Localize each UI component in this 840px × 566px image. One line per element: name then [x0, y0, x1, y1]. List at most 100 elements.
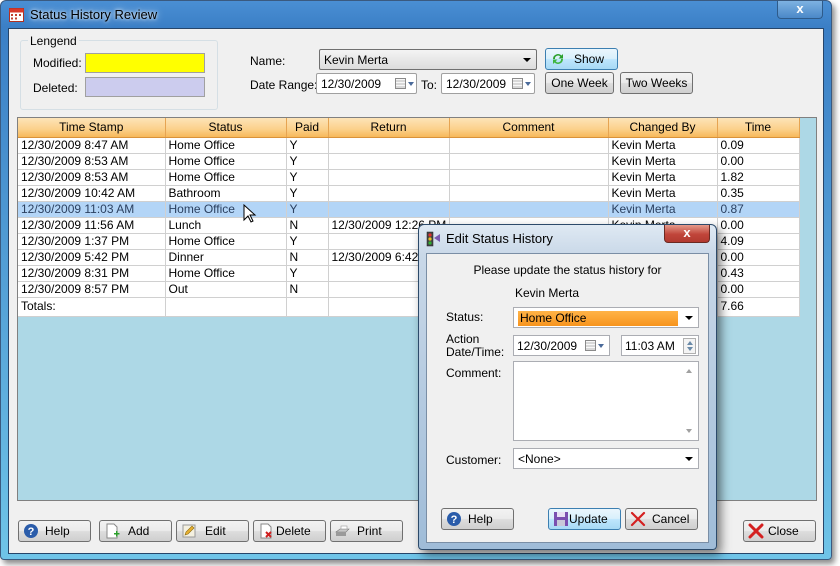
status-cell[interactable]: Dinner [165, 249, 287, 266]
table-row[interactable]: 12/30/2009 8:53 AM Home Office Y Kevin Mert… [18, 153, 800, 170]
print-button[interactable]: Print [330, 520, 403, 542]
status-cell[interactable]: Out [165, 281, 287, 298]
timestamp-cell[interactable]: 12/30/2009 10:42 AM [18, 185, 166, 202]
return-cell[interactable] [328, 137, 450, 154]
paid-cell[interactable]: Y [286, 233, 329, 250]
comment-cell[interactable] [449, 153, 609, 170]
title-bar[interactable]: Status History Review x [1, 1, 831, 28]
comment-scrollbar[interactable] [682, 363, 697, 439]
timestamp-cell[interactable]: 12/30/2009 8:53 AM [18, 153, 166, 170]
modified-label: Modified: [33, 56, 82, 70]
totals-label: Totals: [18, 297, 166, 317]
timestamp-cell[interactable]: 12/30/2009 11:56 AM [18, 217, 166, 234]
timestamp-cell[interactable]: 12/30/2009 8:31 PM [18, 265, 166, 282]
return-cell[interactable] [328, 169, 450, 186]
status-cell[interactable]: Home Office [165, 233, 287, 250]
column-header-comment[interactable]: Comment [449, 118, 609, 138]
time-cell[interactable]: 0.35 [717, 185, 800, 202]
time-cell[interactable]: 0.09 [717, 137, 800, 154]
dialog-close-button[interactable]: x [664, 225, 710, 243]
dialog-help-label: Help [468, 512, 493, 526]
refresh-icon [553, 54, 563, 64]
column-header-status[interactable]: Status [165, 118, 287, 138]
comment-cell[interactable] [449, 185, 609, 202]
from-date-picker[interactable]: 12/30/2009 [316, 73, 417, 94]
help-button[interactable]: ? Help [18, 520, 91, 542]
paid-cell[interactable]: Y [286, 153, 329, 170]
paid-cell[interactable]: Y [286, 201, 329, 218]
time-cell[interactable]: 1.82 [717, 169, 800, 186]
changed-by-cell[interactable]: Kevin Merta [608, 201, 718, 218]
time-cell[interactable]: 0.00 [717, 153, 800, 170]
time-cell[interactable]: 0.00 [717, 217, 800, 234]
status-cell[interactable]: Home Office [165, 169, 287, 186]
return-cell[interactable] [328, 201, 450, 218]
comment-cell[interactable] [449, 137, 609, 154]
scroll-up-icon[interactable] [686, 369, 692, 373]
paid-cell[interactable]: Y [286, 265, 329, 282]
timestamp-cell[interactable]: 12/30/2009 8:47 AM [18, 137, 166, 154]
time-cell[interactable]: 0.00 [717, 281, 800, 298]
comment-textarea[interactable] [513, 361, 699, 441]
name-dropdown[interactable]: Kevin Merta [319, 49, 537, 70]
add-button[interactable]: Add [99, 520, 172, 542]
time-spinner-icon[interactable] [683, 338, 696, 354]
column-header-time[interactable]: Time [717, 118, 800, 138]
action-date-picker[interactable]: 12/30/2009 [513, 335, 610, 356]
timestamp-cell[interactable]: 12/30/2009 11:03 AM [18, 201, 166, 218]
column-header-return[interactable]: Return [328, 118, 450, 138]
chevron-down-icon [523, 58, 531, 62]
status-cell[interactable]: Home Office [165, 137, 287, 154]
changed-by-cell[interactable]: Kevin Merta [608, 185, 718, 202]
status-cell[interactable]: Home Office [165, 153, 287, 170]
column-header-paid[interactable]: Paid [286, 118, 329, 138]
paid-cell[interactable]: N [286, 281, 329, 298]
comment-cell[interactable] [449, 201, 609, 218]
time-cell[interactable]: 0.87 [717, 201, 800, 218]
return-cell[interactable] [328, 153, 450, 170]
edit-pencil-icon [182, 524, 196, 538]
changed-by-cell[interactable]: Kevin Merta [608, 169, 718, 186]
paid-cell[interactable]: Y [286, 137, 329, 154]
comment-cell[interactable] [449, 169, 609, 186]
close-button[interactable]: Close [743, 520, 816, 542]
table-row[interactable]: 12/30/2009 11:03 AM Home Office Y Kevin Mer… [18, 201, 800, 218]
table-row[interactable]: 12/30/2009 8:47 AM Home Office Y Kevin Mert… [18, 137, 800, 154]
timestamp-cell[interactable]: 12/30/2009 8:53 AM [18, 169, 166, 186]
column-header-changed-by[interactable]: Changed By [608, 118, 718, 138]
update-button[interactable]: Update [548, 508, 621, 530]
status-dropdown[interactable]: Home Office [513, 307, 699, 328]
changed-by-cell[interactable]: Kevin Merta [608, 153, 718, 170]
paid-cell[interactable]: N [286, 217, 329, 234]
timestamp-cell[interactable]: 12/30/2009 1:37 PM [18, 233, 166, 250]
one-week-button[interactable]: One Week [545, 72, 614, 94]
window-close-button[interactable]: x [777, 1, 823, 19]
scroll-down-icon[interactable] [686, 429, 692, 433]
paid-cell[interactable]: N [286, 249, 329, 266]
status-cell[interactable]: Bathroom [165, 185, 287, 202]
customer-dropdown[interactable]: <None> [513, 448, 699, 469]
cancel-button[interactable]: Cancel [625, 508, 698, 530]
column-header-timestamp[interactable]: Time Stamp [18, 118, 166, 138]
status-cell[interactable]: Home Office [165, 265, 287, 282]
paid-cell[interactable]: Y [286, 169, 329, 186]
timestamp-cell[interactable]: 12/30/2009 8:57 PM [18, 281, 166, 298]
changed-by-cell[interactable]: Kevin Merta [608, 137, 718, 154]
status-cell[interactable]: Home Office [165, 201, 287, 218]
edit-button[interactable]: Edit [176, 520, 249, 542]
time-cell[interactable]: 0.00 [717, 249, 800, 266]
table-row[interactable]: 12/30/2009 10:42 AM Bathroom Y Kevin Merta 0… [18, 185, 800, 202]
time-cell[interactable]: 4.09 [717, 233, 800, 250]
status-cell[interactable]: Lunch [165, 217, 287, 234]
show-button[interactable]: Show [545, 48, 618, 70]
timestamp-cell[interactable]: 12/30/2009 5:42 PM [18, 249, 166, 266]
delete-button[interactable]: Delete [253, 520, 326, 542]
two-weeks-button[interactable]: Two Weeks [620, 72, 693, 94]
dialog-help-button[interactable]: ? Help [441, 508, 514, 530]
table-row[interactable]: 12/30/2009 8:53 AM Home Office Y Kevin Mert… [18, 169, 800, 186]
time-cell[interactable]: 0.43 [717, 265, 800, 282]
action-time-picker[interactable]: 11:03 AM [621, 335, 699, 356]
to-date-picker[interactable]: 12/30/2009 [441, 73, 535, 94]
return-cell[interactable] [328, 185, 450, 202]
paid-cell[interactable]: Y [286, 185, 329, 202]
